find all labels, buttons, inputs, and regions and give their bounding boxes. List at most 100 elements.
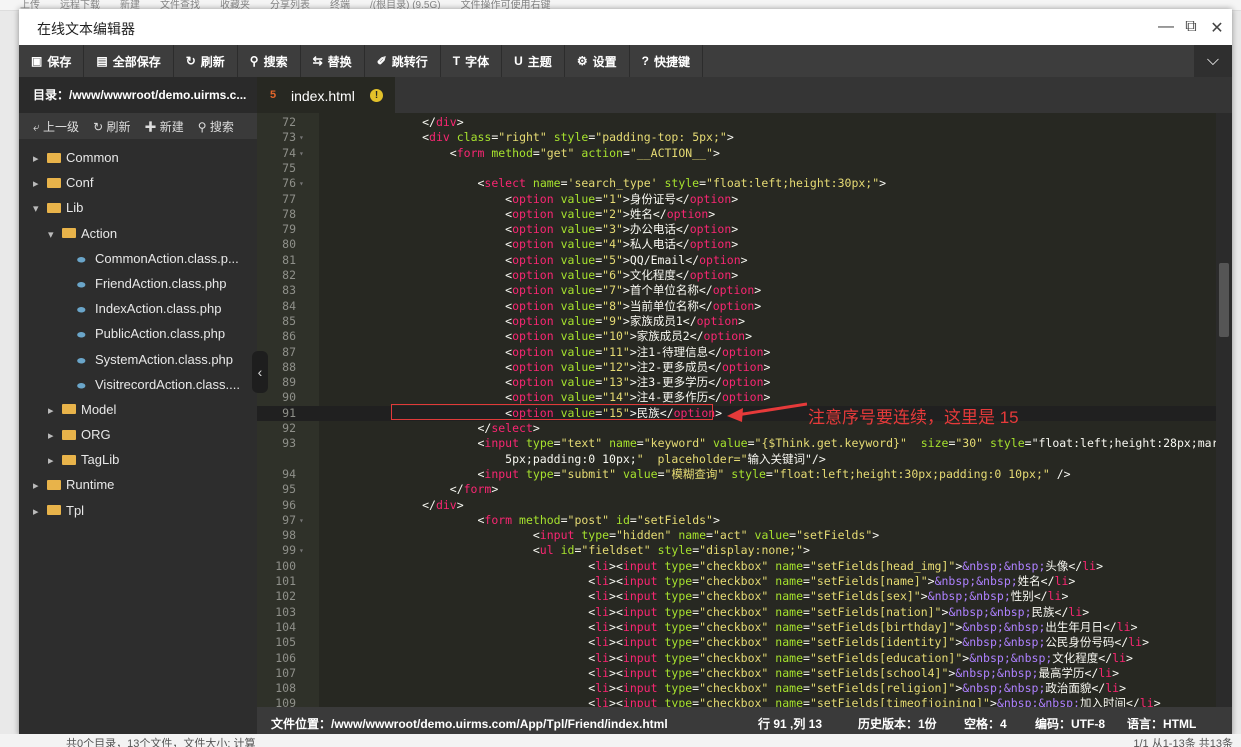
status-language[interactable]: 语言：HTML: [1127, 715, 1196, 732]
toolbar-search-button[interactable]: ⚲ 搜索: [238, 45, 301, 77]
status-encoding[interactable]: 编码：UTF-8: [1035, 715, 1105, 732]
tree-folder[interactable]: ▸ ORG: [19, 422, 257, 447]
fold-toggle-icon[interactable]: ▾: [299, 146, 304, 161]
maximize-button[interactable]: ⧉: [1184, 18, 1198, 38]
code-line[interactable]: 78 <option value="2">姓名</option>: [257, 207, 1216, 222]
code-line[interactable]: 76 ▾ <select name='search_type' style="fl…: [257, 176, 1216, 191]
minimize-button[interactable]: —: [1158, 18, 1174, 38]
sidebar-tool-button[interactable]: ✚ 新建: [144, 118, 183, 135]
code-line[interactable]: 83 <option value="7">首个单位名称</option>: [257, 283, 1216, 298]
code-line[interactable]: 109 <li><input type="checkbox" name="set…: [257, 696, 1216, 707]
tree-file[interactable]: ⬬ FriendAction.class.php: [19, 271, 257, 296]
toolbar-save-all-button[interactable]: ▤ 全部保存: [84, 45, 174, 77]
code-line[interactable]: 77 <option value="1">身份证号</option>: [257, 192, 1216, 207]
status-indent[interactable]: 空格：4: [964, 715, 1007, 732]
code-line[interactable]: 74 ▾ <form method="get" action="__ACTION_…: [257, 146, 1216, 161]
code-line[interactable]: 82 <option value="6">文化程度</option>: [257, 268, 1216, 283]
line-number: 104: [275, 619, 296, 634]
code-line[interactable]: 103 <li><input type="checkbox" name="set…: [257, 605, 1216, 620]
code-line[interactable]: 75: [257, 161, 1216, 176]
tree-file[interactable]: ⬬ IndexAction.class.php: [19, 296, 257, 321]
code-line[interactable]: 88 <option value="12">注2-更多成员</option>: [257, 360, 1216, 375]
chevron-down-icon[interactable]: ▾: [33, 197, 47, 220]
toolbar-font-button[interactable]: T 字体: [441, 45, 503, 77]
code-line[interactable]: 108 <li><input type="checkbox" name="set…: [257, 681, 1216, 696]
code-line[interactable]: 106 <li><input type="checkbox" name="set…: [257, 651, 1216, 666]
code-text: <input type="submit" value="模糊查询" style=…: [339, 466, 1071, 481]
tree-folder[interactable]: ▾ Lib: [19, 195, 257, 220]
gear-icon: ⚙: [576, 54, 588, 68]
code-line[interactable]: 99 ▾ <ul id="fieldset" style="display:non…: [257, 543, 1216, 558]
tree-folder[interactable]: ▸ Runtime: [19, 472, 257, 497]
toolbar-goto-line-button[interactable]: ✐ 跳转行: [365, 45, 441, 77]
code-line[interactable]: 100 <li><input type="checkbox" name="set…: [257, 559, 1216, 574]
chevron-right-icon[interactable]: ▸: [48, 424, 62, 447]
chevron-right-icon[interactable]: ▸: [33, 172, 47, 195]
folder-icon: [62, 429, 76, 440]
code-line[interactable]: 96 </div>: [257, 498, 1216, 513]
tree-file[interactable]: ⬬ CommonAction.class.p...: [19, 246, 257, 271]
scrollbar-thumb[interactable]: [1219, 263, 1229, 337]
chevron-right-icon[interactable]: ▸: [48, 449, 62, 472]
toolbar-refresh-button[interactable]: ↻ 刷新: [174, 45, 238, 77]
chevron-right-icon[interactable]: ▸: [33, 147, 47, 170]
code-line[interactable]: 89 <option value="13">注3-更多学历</option>: [257, 375, 1216, 390]
fold-toggle-icon[interactable]: ▾: [299, 130, 304, 145]
code-line[interactable]: 73 ▾ <div class="right" style="padding-to…: [257, 130, 1216, 145]
toolbar-replace-button[interactable]: ⇆ 替换: [301, 45, 365, 77]
code-line[interactable]: 5px;padding:0 10px;" placeholder="输入关键词"…: [257, 452, 1216, 467]
fold-toggle-icon[interactable]: ▾: [299, 513, 304, 528]
code-line[interactable]: 98 <input type="hidden" name="act" value…: [257, 528, 1216, 543]
status-history-versions[interactable]: 历史版本：1份: [858, 715, 937, 732]
chevron-right-icon[interactable]: ▸: [33, 474, 47, 497]
code-line[interactable]: 107 <li><input type="checkbox" name="set…: [257, 666, 1216, 681]
tree-folder[interactable]: ▸ Tpl: [19, 498, 257, 523]
code-line[interactable]: 102 <li><input type="checkbox" name="set…: [257, 589, 1216, 604]
code-line[interactable]: 86 <option value="10">家族成员2</option>: [257, 329, 1216, 344]
code-line[interactable]: 87 <option value="11">注1-待理信息</option>: [257, 345, 1216, 360]
tree-file[interactable]: ⬬ PublicAction.class.php: [19, 321, 257, 346]
toolbar-help-button[interactable]: ? 快捷键: [630, 45, 703, 77]
fold-toggle-icon[interactable]: ▾: [299, 176, 304, 191]
code-line[interactable]: 94 <input type="submit" value="模糊查询" sty…: [257, 467, 1216, 482]
chevron-down-icon[interactable]: ▾: [48, 223, 62, 246]
fold-toggle-icon[interactable]: ▾: [299, 543, 304, 558]
tree-file[interactable]: ⬬ SystemAction.class.php: [19, 347, 257, 372]
status-file-path: 文件位置：/www/wwwroot/demo.uirms.com/App/Tpl…: [271, 717, 668, 731]
code-line[interactable]: 104 <li><input type="checkbox" name="set…: [257, 620, 1216, 635]
editor-window: 在线文本编辑器 — ⧉ ✕ ▣ 保存 ▤ 全部保存 ↻ 刷新 ⚲ 搜索 ⇆ 替换 ✐ 跳转行 T 字体 U 主…: [19, 9, 1232, 736]
code-line[interactable]: 92 </select>: [257, 421, 1216, 436]
toolbar-collapse-button[interactable]: ⌵: [1194, 45, 1232, 77]
close-button[interactable]: ✕: [1210, 18, 1224, 38]
code-line[interactable]: 72 </div>: [257, 115, 1216, 130]
code-line[interactable]: 84 <option value="8">当前单位名称</option>: [257, 299, 1216, 314]
code-line[interactable]: 85 <option value="9">家族成员1</option>: [257, 314, 1216, 329]
editor-vertical-scrollbar[interactable]: [1216, 113, 1232, 707]
sidebar-collapse-toggle[interactable]: ‹: [252, 351, 268, 393]
tree-folder[interactable]: ▸ TagLib: [19, 447, 257, 472]
toolbar-theme-button[interactable]: U 主题: [502, 45, 565, 77]
code-line[interactable]: 101 <li><input type="checkbox" name="set…: [257, 574, 1216, 589]
code-line[interactable]: 81 <option value="5">QQ/Email</option>: [257, 253, 1216, 268]
tab-index-html[interactable]: 5 index.html !: [257, 77, 395, 113]
toolbar-gear-button[interactable]: ⚙ 设置: [565, 45, 630, 77]
code-line[interactable]: 79 <option value="3">办公电话</option>: [257, 222, 1216, 237]
code-line[interactable]: 93 <input type="text" name="keyword" val…: [257, 436, 1216, 451]
window-titlebar: 在线文本编辑器 — ⧉ ✕: [19, 9, 1232, 45]
tree-file[interactable]: ⬬ VisitrecordAction.class....: [19, 372, 257, 397]
chevron-right-icon[interactable]: ▸: [48, 399, 62, 422]
tree-folder[interactable]: ▸ Conf: [19, 170, 257, 195]
code-line[interactable]: 97 ▾ <form method="post" id="setFields">: [257, 513, 1216, 528]
code-text: <option value="8">当前单位名称</option>: [339, 298, 762, 313]
tree-folder[interactable]: ▸ Model: [19, 397, 257, 422]
tree-folder[interactable]: ▾ Action: [19, 221, 257, 246]
sidebar-tool-button[interactable]: ⤶ 上一级: [33, 118, 79, 135]
code-line[interactable]: 80 <option value="4">私人电话</option>: [257, 237, 1216, 252]
code-line[interactable]: 105 <li><input type="checkbox" name="set…: [257, 635, 1216, 650]
code-line[interactable]: 95 </form>: [257, 482, 1216, 497]
tree-folder[interactable]: ▸ Common: [19, 145, 257, 170]
sidebar-tool-button[interactable]: ↻ 刷新: [93, 118, 130, 135]
sidebar-tool-button[interactable]: ⚲ 搜索: [198, 118, 234, 135]
chevron-right-icon[interactable]: ▸: [33, 500, 47, 523]
toolbar-save-button[interactable]: ▣ 保存: [19, 45, 85, 77]
